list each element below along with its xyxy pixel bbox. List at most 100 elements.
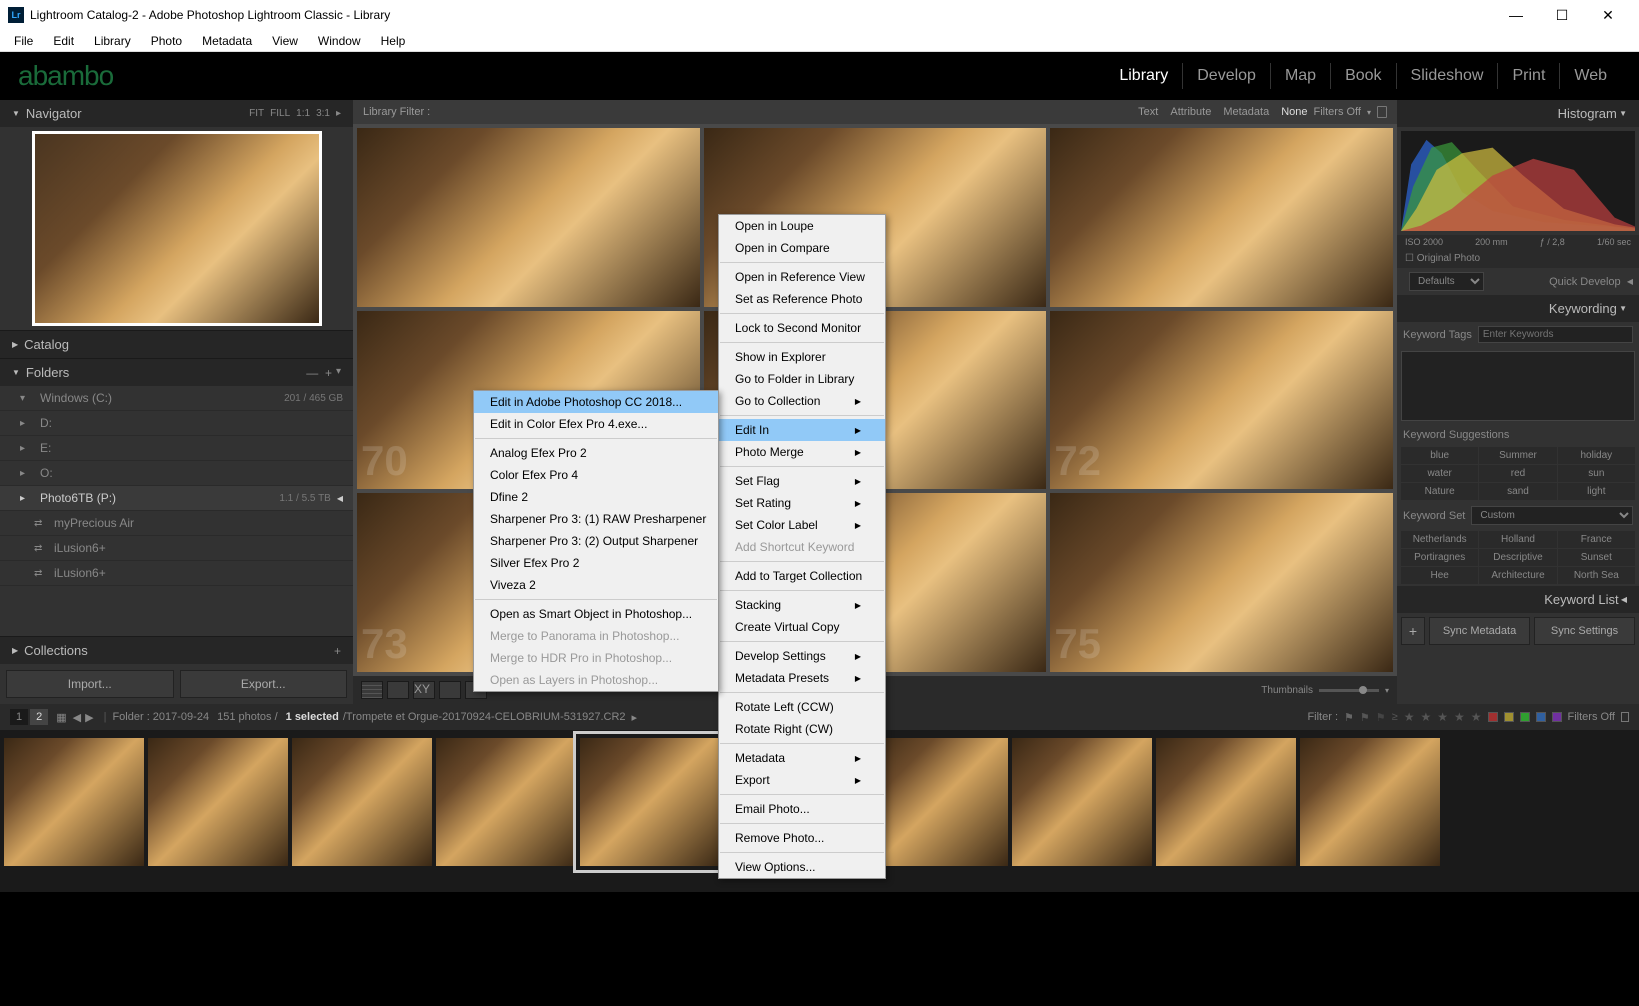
nav-mode-3:1[interactable]: 3:1 bbox=[316, 108, 330, 119]
menu-item[interactable]: Edit in Color Efex Pro 4.exe... bbox=[474, 413, 718, 435]
nav-mode-fill[interactable]: FILL bbox=[270, 108, 290, 119]
folders-header[interactable]: ▼ Folders — +▾ bbox=[0, 358, 353, 386]
lock-icon[interactable] bbox=[1377, 106, 1387, 118]
menu-metadata[interactable]: Metadata bbox=[192, 32, 262, 50]
keyword-set-item[interactable]: Hee bbox=[1401, 567, 1478, 584]
folder-item[interactable]: ▸O: bbox=[0, 461, 353, 486]
context-menu-main[interactable]: Open in LoupeOpen in CompareOpen in Refe… bbox=[718, 214, 886, 879]
menu-item[interactable]: Develop Settings▶ bbox=[719, 645, 885, 667]
keyword-set-select[interactable]: Custom bbox=[1471, 506, 1633, 525]
module-book[interactable]: Book bbox=[1330, 63, 1395, 89]
keyword-suggestion[interactable]: sand bbox=[1479, 483, 1556, 500]
menu-window[interactable]: Window bbox=[308, 32, 371, 50]
flag-icon[interactable]: ⚑ bbox=[1360, 711, 1370, 724]
menu-item[interactable]: Sharpener Pro 3: (1) RAW Presharpener bbox=[474, 508, 718, 530]
loupe-view-button[interactable] bbox=[387, 681, 409, 699]
keyword-suggestion[interactable]: sun bbox=[1558, 465, 1635, 482]
color-red[interactable] bbox=[1488, 712, 1498, 722]
histogram[interactable] bbox=[1401, 131, 1635, 231]
histogram-header[interactable]: Histogram ▼ bbox=[1397, 100, 1639, 127]
menu-item[interactable]: View Options... bbox=[719, 856, 885, 878]
menu-item[interactable]: Rotate Left (CCW) bbox=[719, 696, 885, 718]
menu-library[interactable]: Library bbox=[84, 32, 141, 50]
original-photo-checkbox[interactable]: ☐ Original Photo bbox=[1397, 249, 1639, 268]
module-print[interactable]: Print bbox=[1497, 63, 1559, 89]
thumbnail[interactable]: 72 bbox=[1050, 311, 1393, 490]
menu-file[interactable]: File bbox=[4, 32, 43, 50]
menu-item[interactable]: Export▶ bbox=[719, 769, 885, 791]
star-icon[interactable]: ★ bbox=[1404, 710, 1415, 724]
menu-item[interactable]: Set Flag▶ bbox=[719, 470, 885, 492]
import-button[interactable]: Import... bbox=[6, 670, 174, 698]
lock-icon[interactable] bbox=[1621, 712, 1629, 722]
color-green[interactable] bbox=[1520, 712, 1530, 722]
keyword-suggestion[interactable]: Summer bbox=[1479, 447, 1556, 464]
menu-photo[interactable]: Photo bbox=[141, 32, 192, 50]
nav-mode-fit[interactable]: FIT bbox=[249, 108, 264, 119]
grid-icon[interactable]: ▦ bbox=[56, 711, 66, 724]
context-menu-editin[interactable]: Edit in Adobe Photoshop CC 2018...Edit i… bbox=[473, 390, 719, 692]
folder-item[interactable]: ▸E: bbox=[0, 436, 353, 461]
nav-mode-more[interactable]: ▸ bbox=[336, 108, 341, 119]
defaults-select[interactable]: Defaults bbox=[1409, 272, 1484, 291]
nav-mode-1:1[interactable]: 1:1 bbox=[296, 108, 310, 119]
keyword-set-item[interactable]: Holland bbox=[1479, 531, 1556, 548]
filmstrip-thumb[interactable] bbox=[4, 738, 144, 866]
menu-item[interactable]: Stacking▶ bbox=[719, 594, 885, 616]
menu-view[interactable]: View bbox=[262, 32, 308, 50]
menu-item[interactable]: Metadata Presets▶ bbox=[719, 667, 885, 689]
filmstrip-thumb[interactable] bbox=[1012, 738, 1152, 866]
grid-view-button[interactable] bbox=[361, 681, 383, 699]
folder-item[interactable]: ▸Photo6TB (P:)1.1 / 5.5 TB◀ bbox=[0, 486, 353, 511]
filmstrip-thumb[interactable] bbox=[580, 738, 720, 866]
menu-item[interactable]: Edit In▶ bbox=[719, 419, 885, 441]
menu-item[interactable]: Viveza 2 bbox=[474, 574, 718, 596]
quick-develop-label[interactable]: Quick Develop bbox=[1549, 276, 1621, 288]
keyword-set-item[interactable]: Descriptive bbox=[1479, 549, 1556, 566]
star-icon[interactable]: ★ bbox=[1471, 710, 1482, 724]
menu-item[interactable]: Create Virtual Copy bbox=[719, 616, 885, 638]
folder-item[interactable]: ▸D: bbox=[0, 411, 353, 436]
prev-icon[interactable]: ◀ bbox=[73, 711, 81, 724]
menu-item[interactable]: Email Photo... bbox=[719, 798, 885, 820]
navigator-header[interactable]: ▼ Navigator FITFILL1:13:1▸ bbox=[0, 100, 353, 127]
star-icon[interactable]: ★ bbox=[1454, 710, 1465, 724]
thumbnail-size-slider[interactable] bbox=[1319, 689, 1379, 692]
menu-item[interactable]: Open in Loupe bbox=[719, 215, 885, 237]
keyword-suggestion[interactable]: water bbox=[1401, 465, 1478, 482]
color-purple[interactable] bbox=[1552, 712, 1562, 722]
keyword-suggestion[interactable]: blue bbox=[1401, 447, 1478, 464]
menu-item[interactable]: Show in Explorer bbox=[719, 346, 885, 368]
folder-item[interactable]: ▾Windows (C:)201 / 465 GB bbox=[0, 386, 353, 411]
survey-view-button[interactable] bbox=[439, 681, 461, 699]
menu-item[interactable]: Metadata▶ bbox=[719, 747, 885, 769]
collections-header[interactable]: ▶ Collections + bbox=[0, 636, 353, 664]
menu-help[interactable]: Help bbox=[371, 32, 416, 50]
toggle-icon[interactable]: ▸ bbox=[632, 711, 638, 724]
keyword-suggestion[interactable]: Nature bbox=[1401, 483, 1478, 500]
filmstrip-thumb[interactable] bbox=[868, 738, 1008, 866]
keyword-set-item[interactable]: North Sea bbox=[1558, 567, 1635, 584]
keyword-set-item[interactable]: Netherlands bbox=[1401, 531, 1478, 548]
folder-item[interactable]: ⇄iLusion6+ bbox=[0, 536, 353, 561]
keyword-set-item[interactable]: Sunset bbox=[1558, 549, 1635, 566]
keyword-set-item[interactable]: Portiragnes bbox=[1401, 549, 1478, 566]
keyword-suggestion[interactable]: light bbox=[1558, 483, 1635, 500]
module-develop[interactable]: Develop bbox=[1182, 63, 1270, 89]
sync-metadata-button[interactable]: Sync Metadata bbox=[1429, 617, 1530, 645]
filter-metadata[interactable]: Metadata bbox=[1217, 106, 1275, 118]
filters-off-status[interactable]: Filters Off bbox=[1568, 711, 1615, 723]
folder-item[interactable]: ⇄myPrecious Air bbox=[0, 511, 353, 536]
menu-item[interactable]: Color Efex Pro 4 bbox=[474, 464, 718, 486]
module-web[interactable]: Web bbox=[1559, 63, 1621, 89]
menu-item[interactable]: Open in Compare bbox=[719, 237, 885, 259]
menu-item[interactable]: Set as Reference Photo bbox=[719, 288, 885, 310]
keyword-suggestion[interactable]: red bbox=[1479, 465, 1556, 482]
close-button[interactable]: ✕ bbox=[1585, 0, 1631, 30]
menu-item[interactable]: Go to Collection▶ bbox=[719, 390, 885, 412]
filter-attribute[interactable]: Attribute bbox=[1164, 106, 1217, 118]
thumbnail[interactable] bbox=[357, 128, 700, 307]
menu-item[interactable]: Remove Photo... bbox=[719, 827, 885, 849]
keyword-suggestion[interactable]: holiday bbox=[1558, 447, 1635, 464]
next-icon[interactable]: ▶ bbox=[85, 711, 93, 724]
